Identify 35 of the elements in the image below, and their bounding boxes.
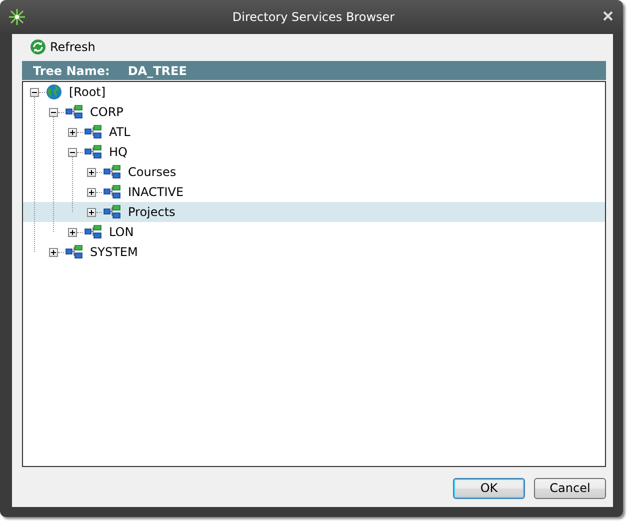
tree-item[interactable]: ATL xyxy=(23,122,605,142)
expand-toggle[interactable] xyxy=(87,188,96,196)
org-unit-icon xyxy=(65,245,83,259)
org-unit-icon xyxy=(103,205,121,219)
starburst-icon xyxy=(8,8,26,26)
tree-item[interactable]: SYSTEM xyxy=(23,242,605,262)
tree-item[interactable]: CORP xyxy=(23,102,605,122)
tree-item[interactable]: LON xyxy=(23,222,605,242)
expand-toggle[interactable] xyxy=(68,128,77,136)
tree-name-value: DA_TREE xyxy=(128,64,187,78)
collapse-toggle[interactable] xyxy=(68,148,77,156)
org-unit-icon xyxy=(103,165,121,179)
expand-toggle[interactable] xyxy=(49,248,58,256)
org-unit-icon xyxy=(103,185,121,199)
expand-toggle[interactable] xyxy=(87,168,96,176)
tree-item[interactable]: [Root] xyxy=(23,82,605,102)
org-unit-icon xyxy=(84,125,102,139)
cancel-button[interactable]: Cancel xyxy=(534,478,606,498)
tree-item[interactable]: Courses xyxy=(23,162,605,182)
collapse-toggle[interactable] xyxy=(30,88,39,96)
collapse-toggle[interactable] xyxy=(49,108,58,116)
org-unit-icon xyxy=(84,145,102,159)
expand-toggle[interactable] xyxy=(68,228,77,236)
org-unit-icon xyxy=(84,225,102,239)
globe-icon xyxy=(46,84,62,100)
tree-name-label: Tree Name: xyxy=(33,64,110,78)
org-unit-icon xyxy=(65,105,83,119)
tree-item[interactable]: INACTIVE xyxy=(23,182,605,202)
tree-item[interactable]: HQ xyxy=(23,142,605,162)
window-title: Directory Services Browser xyxy=(231,10,396,24)
refresh-icon xyxy=(30,39,46,55)
refresh-button[interactable]: Refresh xyxy=(22,39,96,55)
expand-toggle[interactable] xyxy=(87,208,96,216)
tree-item[interactable]: Projects xyxy=(23,202,605,222)
ok-button[interactable]: OK xyxy=(453,478,525,498)
